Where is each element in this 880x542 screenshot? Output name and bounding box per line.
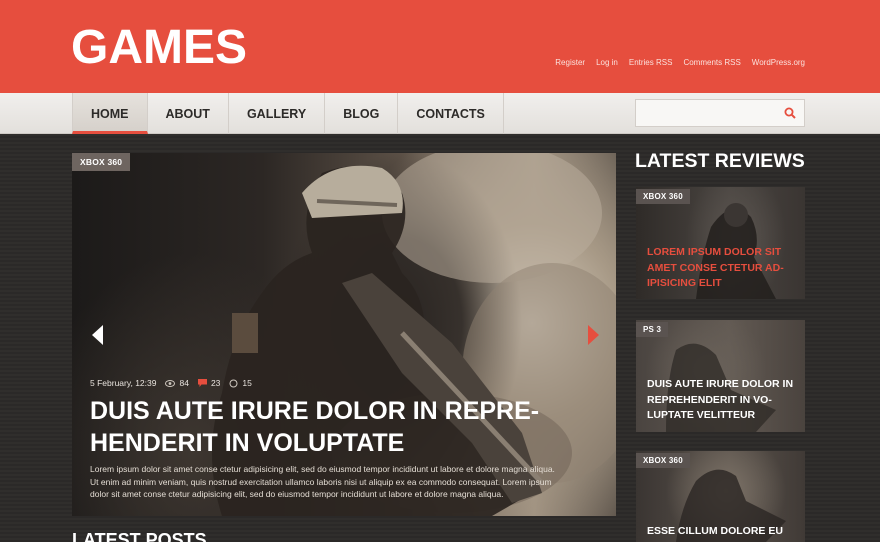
review-tag[interactable]: XBOX 360 <box>636 189 690 204</box>
comments-rss-link[interactable]: Comments RSS <box>683 58 740 67</box>
shares-count: 15 <box>242 378 252 388</box>
review-tag[interactable]: XBOX 360 <box>636 453 690 468</box>
login-link[interactable]: Log in <box>596 58 618 67</box>
comments-count[interactable]: 23 <box>211 378 220 388</box>
register-link[interactable]: Register <box>555 58 585 67</box>
nav-item-blog[interactable]: BLOG <box>325 93 399 134</box>
nav-item-about[interactable]: ABOUT <box>148 93 229 134</box>
entries-rss-link[interactable]: Entries RSS <box>629 58 673 67</box>
review-title[interactable]: Lorem ipsum dolor sit amet conse ctetur … <box>647 245 802 292</box>
review-card[interactable]: XBOX 360 Lorem ipsum dolor sit amet cons… <box>636 187 805 299</box>
review-title[interactable]: Duis aute irure dolor in reprehenderit i… <box>647 377 802 424</box>
latest-posts-heading: LATEST POSTS <box>72 530 207 542</box>
nav-item-gallery[interactable]: GALLERY <box>229 93 326 134</box>
wordpress-link[interactable]: WordPress.org <box>752 58 805 67</box>
chevron-left-icon[interactable] <box>92 325 104 345</box>
review-title[interactable]: Esse cillum dolore eu <box>647 524 802 540</box>
nav-item-contacts[interactable]: CONTACTS <box>398 93 504 134</box>
slide-date: 5 February, 12:39 <box>90 378 157 388</box>
main-nav: HOME ABOUT GALLERY BLOG CONTACTS <box>0 93 880 134</box>
eye-icon <box>165 379 176 387</box>
top-links: Register Log in Entries RSS Comments RSS… <box>555 58 805 67</box>
review-card[interactable]: XBOX 360 Esse cillum dolore eu <box>636 451 805 542</box>
featured-slider[interactable]: XBOX 360 5 February, 12:39 84 23 15 DUIS… <box>72 153 616 516</box>
slide-excerpt: Lorem ipsum dolor sit amet conse ctetur … <box>90 464 555 499</box>
review-card[interactable]: PS 3 Duis aute irure dolor in reprehende… <box>636 320 805 432</box>
nav-item-home[interactable]: HOME <box>72 93 148 134</box>
slide-title[interactable]: Duis aute irure dolor in repre- henderit… <box>90 395 590 459</box>
slide-category-tag[interactable]: XBOX 360 <box>72 153 131 171</box>
review-tag[interactable]: PS 3 <box>636 322 669 337</box>
share-icon <box>229 379 238 387</box>
site-header: GAMES Register Log in Entries RSS Commen… <box>0 0 880 93</box>
views-count: 84 <box>179 378 189 388</box>
soldier-image <box>212 153 616 516</box>
slide-meta: 5 February, 12:39 84 23 15 <box>90 378 252 388</box>
search-input[interactable] <box>636 100 776 126</box>
site-logo[interactable]: GAMES <box>71 20 247 75</box>
comment-icon <box>197 379 207 387</box>
search-box <box>635 99 805 127</box>
search-icon[interactable] <box>784 107 796 119</box>
latest-reviews-heading: LATEST REVIEWS <box>635 150 805 172</box>
chevron-right-icon[interactable] <box>587 325 599 345</box>
